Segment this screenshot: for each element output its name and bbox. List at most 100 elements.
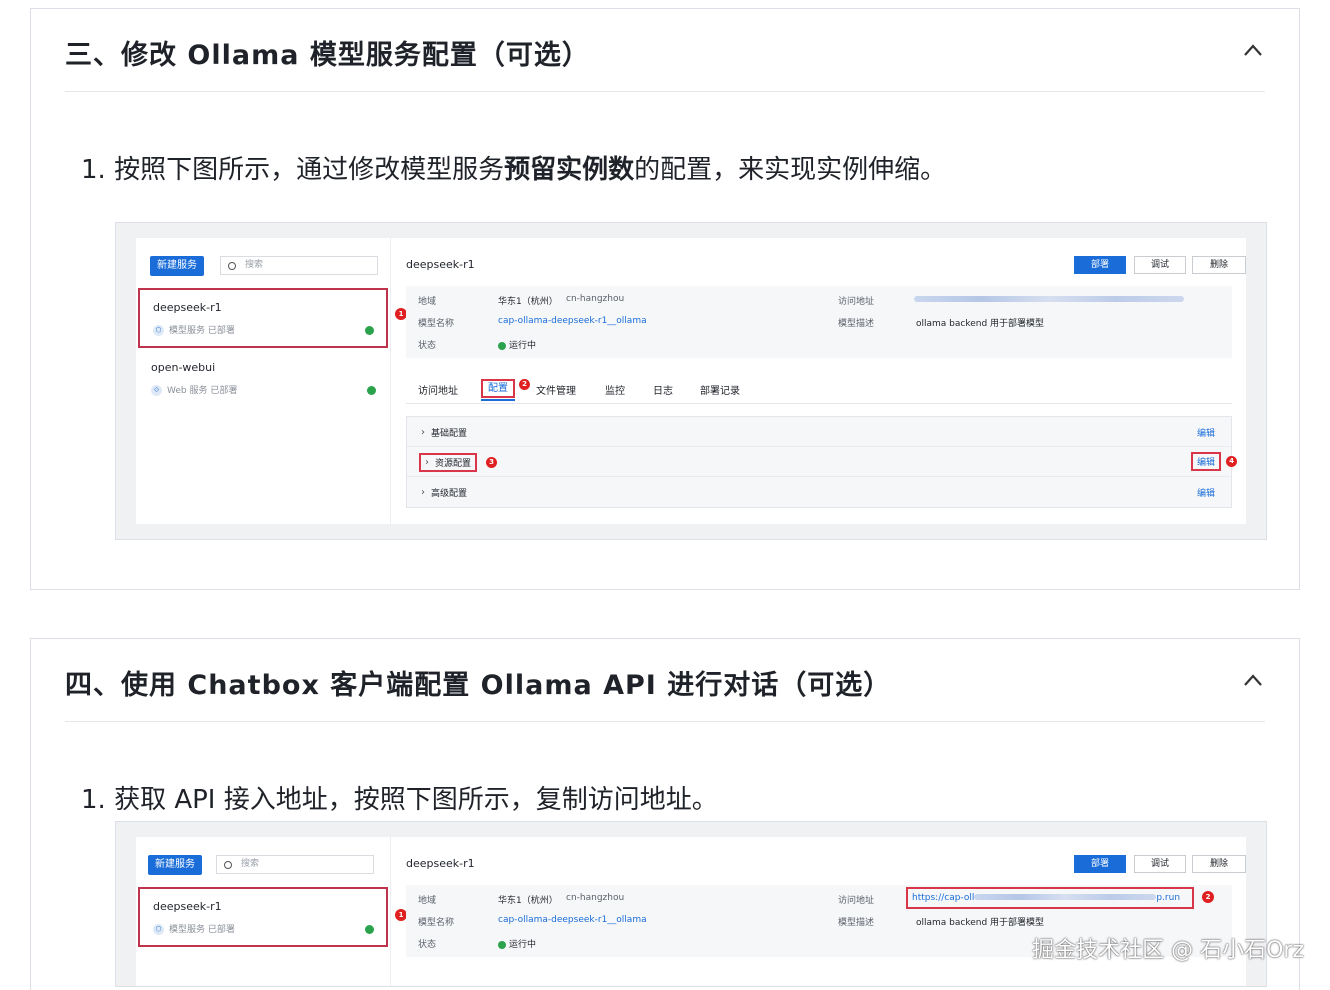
region-code: cn-hangzhou — [566, 893, 625, 903]
service-name: deepseek-r1 — [153, 301, 222, 314]
service-info-panel: 地域 华东1（杭州） cn-hangzhou 模型名称 cap-ollama-d… — [406, 286, 1232, 358]
status-text: 运行中 — [509, 940, 537, 950]
chevron-up-icon[interactable] — [1243, 43, 1263, 57]
edit-link[interactable]: 编辑 — [1197, 486, 1215, 499]
callout-marker: 4 — [1226, 456, 1237, 467]
web-service-icon: ⟐ — [151, 385, 162, 396]
desc-value: ollama backend 用于部署模型 — [916, 918, 1045, 928]
desc-key: 模型描述 — [838, 918, 875, 928]
service-status: 已部署 — [210, 386, 238, 396]
url-end: p.run — [1156, 893, 1181, 903]
service-detail: deepseek-r1 部署 调试 删除 地域 华东1（杭州） cn-hangz… — [406, 238, 1246, 524]
model-name-link[interactable]: cap-ollama-deepseek-r1__ollama — [498, 316, 647, 326]
status-text: 运行中 — [509, 341, 537, 351]
running-icon — [498, 341, 506, 350]
service-meta: ⟐ Web 服务 已部署 — [151, 383, 237, 396]
region-key: 地域 — [418, 896, 437, 906]
region-value: 华东1（杭州） — [498, 896, 558, 906]
url-key: 访问地址 — [838, 297, 875, 307]
service-item-deepseek[interactable]: deepseek-r1 ⬡ 模型服务 已部署 — [138, 887, 388, 947]
debug-button[interactable]: 调试 — [1134, 855, 1186, 873]
model-name-key: 模型名称 — [418, 918, 455, 928]
new-service-button[interactable]: 新建服务 — [150, 256, 204, 276]
step-prefix: 1. 按照下图所示，通过修改模型服务 — [81, 155, 505, 185]
callout-marker: 2 — [1202, 891, 1214, 903]
region-code: cn-hangzhou — [566, 294, 625, 304]
edit-link[interactable]: 编辑 — [1197, 426, 1215, 439]
delete-button[interactable]: 删除 — [1192, 855, 1246, 873]
config-row-resource[interactable]: › 资源配置 3 编辑 4 — [407, 447, 1237, 477]
service-detail-title: deepseek-r1 — [406, 857, 475, 870]
model-name-link[interactable]: cap-ollama-deepseek-r1__ollama — [498, 915, 647, 925]
tab-file-manage[interactable]: 文件管理 — [536, 382, 576, 397]
region-key: 地域 — [418, 297, 437, 307]
access-url-value[interactable]: https://cap-oll p.run — [906, 887, 1194, 909]
tab-logs[interactable]: 日志 — [653, 382, 673, 397]
console-screenshot: 新建服务 搜索 deepseek-r1 ⬡ 模型服务 已部署 open-webui… — [115, 222, 1267, 540]
search-input[interactable]: 搜索 — [216, 855, 374, 874]
blurred-url — [914, 296, 1184, 302]
service-name: deepseek-r1 — [153, 900, 222, 913]
status-key: 状态 — [418, 341, 437, 351]
step-text: 1. 获取 API 接入地址，按照下图所示，复制访问地址。 — [81, 785, 718, 815]
deploy-button[interactable]: 部署 — [1074, 855, 1126, 873]
status-key: 状态 — [418, 940, 437, 950]
callout-marker: 3 — [486, 457, 497, 468]
search-icon — [224, 861, 232, 869]
desc-key: 模型描述 — [838, 319, 875, 329]
chevron-up-icon[interactable] — [1243, 673, 1263, 687]
config-label: › 高级配置 — [421, 487, 468, 499]
config-list: › 基础配置 编辑 › 资源配置 3 编辑 4 › 高级配置 编辑 — [406, 416, 1237, 508]
status-value: 运行中 — [498, 338, 536, 351]
section-header[interactable]: 四、使用 Chatbox 客户端配置 Ollama API 进行对话（可选） — [65, 639, 1265, 722]
debug-button[interactable]: 调试 — [1134, 256, 1186, 274]
status-ok-icon — [365, 326, 374, 335]
tab-monitor[interactable]: 监控 — [605, 382, 625, 397]
chevron-right-icon: › — [421, 487, 425, 498]
config-label: › 资源配置 — [419, 453, 478, 472]
delete-button[interactable]: 删除 — [1192, 256, 1246, 274]
section-title: 四、使用 Chatbox 客户端配置 Ollama API 进行对话（可选） — [65, 670, 892, 701]
service-item-deepseek[interactable]: deepseek-r1 ⬡ 模型服务 已部署 — [138, 288, 388, 348]
region-value: 华东1（杭州） — [498, 297, 558, 307]
blurred-url — [974, 893, 1157, 900]
service-item-open-webui[interactable]: open-webui ⟐ Web 服务 已部署 — [138, 350, 388, 410]
tab-deploy-history[interactable]: 部署记录 — [700, 382, 740, 397]
desc-value: ollama backend 用于部署模型 — [916, 319, 1045, 329]
detail-tabs: 访问地址 配置 2 文件管理 监控 日志 部署记录 — [406, 376, 1232, 404]
search-placeholder: 搜索 — [245, 260, 264, 270]
chevron-right-icon: › — [425, 457, 429, 468]
url-start: https://cap-oll — [912, 893, 975, 903]
service-type: 模型服务 — [169, 326, 206, 336]
service-status: 已部署 — [207, 326, 235, 336]
watermark: 掘金技术社区 @ 石小石Orz — [1032, 938, 1304, 963]
status-value: 运行中 — [498, 937, 536, 950]
model-service-icon: ⬡ — [153, 924, 164, 935]
section-title: 三、修改 Ollama 模型服务配置（可选） — [65, 40, 590, 71]
config-label: › 基础配置 — [421, 427, 468, 439]
service-meta: ⬡ 模型服务 已部署 — [153, 323, 235, 336]
service-type: Web 服务 — [167, 386, 208, 396]
config-row-advanced[interactable]: › 高级配置 编辑 — [407, 477, 1231, 507]
search-icon — [228, 262, 236, 270]
config-row-basic[interactable]: › 基础配置 编辑 — [407, 417, 1231, 447]
deploy-button[interactable]: 部署 — [1074, 256, 1126, 274]
service-sidebar: 新建服务 搜索 deepseek-r1 ⬡ 模型服务 已部署 open-webui… — [136, 238, 391, 524]
step-bold: 预留实例数 — [504, 155, 635, 185]
tab-access-url[interactable]: 访问地址 — [418, 382, 458, 397]
section-modify-ollama-config: 三、修改 Ollama 模型服务配置（可选） 1. 按照下图所示，通过修改模型服… — [30, 8, 1300, 590]
service-type: 模型服务 — [169, 925, 206, 935]
service-sidebar: 新建服务 搜索 deepseek-r1 ⬡ 模型服务 已部署 — [136, 837, 391, 986]
tab-config[interactable]: 配置 — [481, 379, 515, 401]
url-key: 访问地址 — [838, 896, 875, 906]
new-service-button[interactable]: 新建服务 — [148, 855, 202, 875]
service-name: open-webui — [151, 361, 216, 374]
section-header[interactable]: 三、修改 Ollama 模型服务配置（可选） — [65, 9, 1265, 92]
edit-link[interactable]: 编辑 — [1190, 452, 1221, 471]
step-text: 1. 按照下图所示，通过修改模型服务预留实例数的配置，来实现实例伸缩。 — [81, 149, 946, 186]
service-status: 已部署 — [207, 925, 235, 935]
model-name-key: 模型名称 — [418, 319, 455, 329]
search-input[interactable]: 搜索 — [220, 256, 378, 275]
running-icon — [498, 940, 506, 949]
status-ok-icon — [365, 925, 374, 934]
